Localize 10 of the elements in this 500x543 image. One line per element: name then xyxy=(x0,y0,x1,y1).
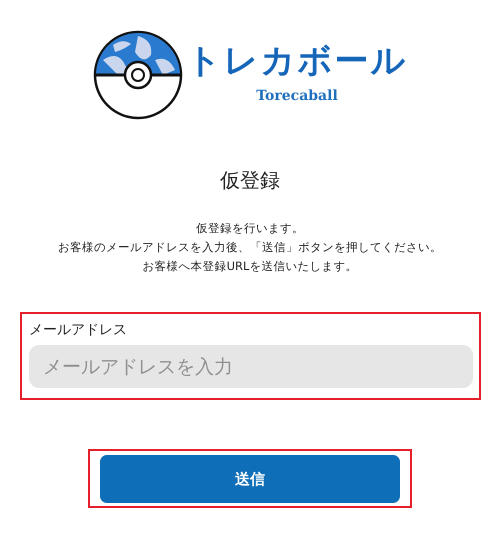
send-button[interactable]: 送信 xyxy=(100,455,400,503)
description-text: 仮登録を行います。 xyxy=(195,220,305,237)
logo-title: トレカボール xyxy=(186,44,408,78)
page-heading: 仮登録 xyxy=(219,167,281,193)
logo-subtitle: Torecaball xyxy=(256,87,338,106)
email-field[interactable]: メールアドレスを入力 xyxy=(29,345,473,388)
description-text: お客様のメールアドレスを入力後、「送信」ボタンを押してください。 xyxy=(57,239,443,256)
description-text: お客様へ本登録URLを送信いたします。 xyxy=(142,258,358,275)
logo-ball-icon xyxy=(92,30,182,120)
field-label: メールアドレス xyxy=(29,321,128,340)
